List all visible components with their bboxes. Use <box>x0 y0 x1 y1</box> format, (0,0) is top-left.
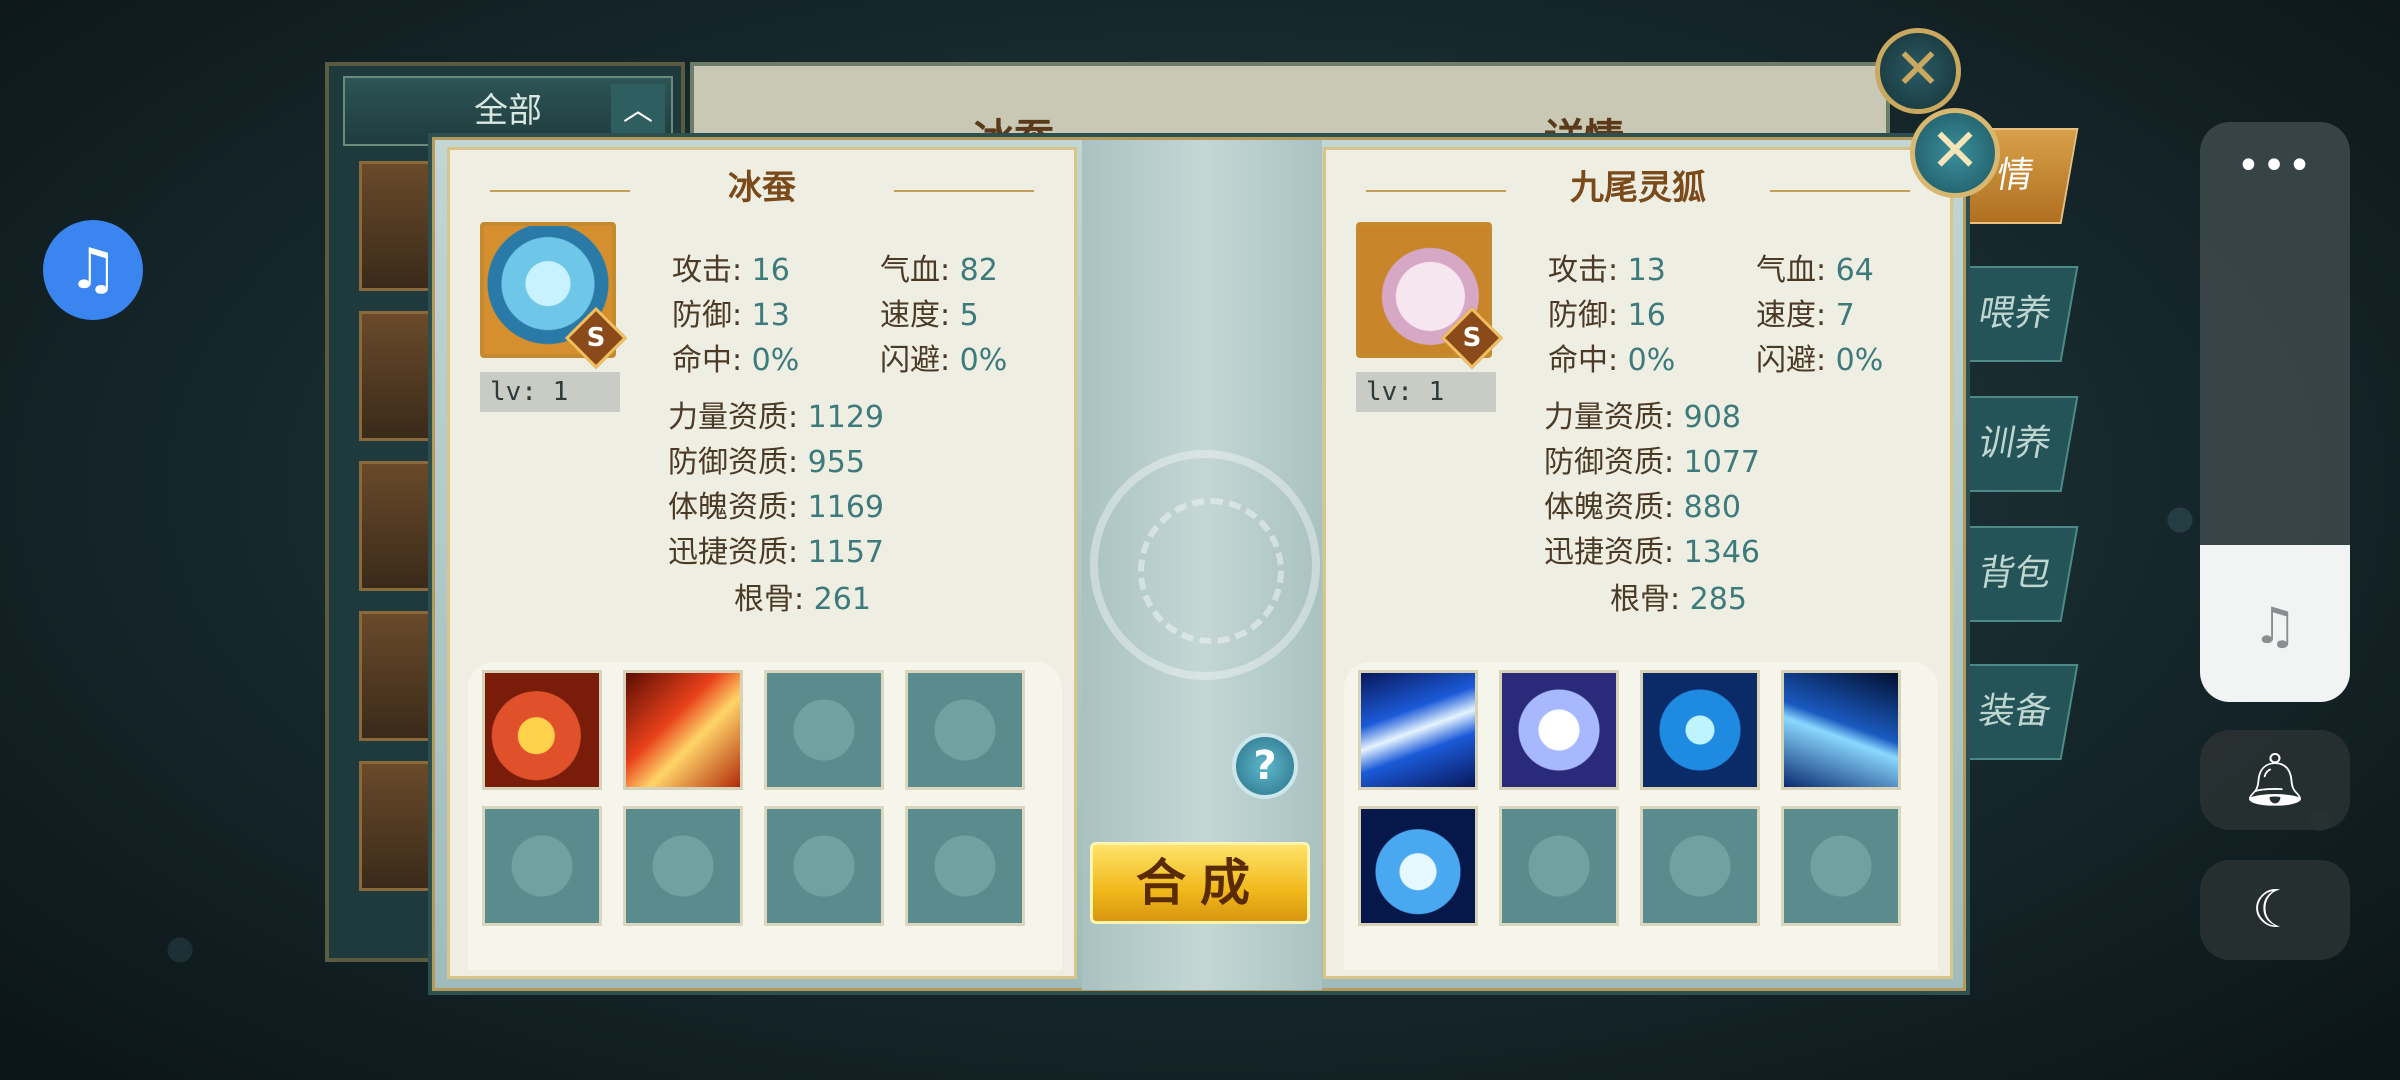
quality-root: 根骨: 285 <box>1610 582 1747 617</box>
empty-skill-slot[interactable] <box>905 806 1025 926</box>
crossed-blades-skill-icon[interactable] <box>1640 670 1760 790</box>
spirit-orb-skill-icon[interactable] <box>1499 670 1619 790</box>
stat-hit: 命中: 0% <box>1548 343 1676 378</box>
quality-strength: 力量资质: 1129 <box>668 400 885 435</box>
empty-skill-slot[interactable] <box>623 806 743 926</box>
fire-phoenix-skill-icon[interactable] <box>623 670 743 790</box>
volume-slider[interactable]: ••• ♫ <box>2200 122 2350 702</box>
stat-defense: 防御: 16 <box>1548 298 1666 333</box>
stat-speed: 速度: 7 <box>1756 298 1855 333</box>
quality-root: 根骨: 261 <box>734 582 871 617</box>
volume-fill: ♫ <box>2200 545 2350 702</box>
left-pet-avatar[interactable]: S <box>480 222 628 370</box>
light-beam-skill-icon[interactable] <box>1358 670 1478 790</box>
empty-skill-slot[interactable] <box>764 670 884 790</box>
music-note-icon: ♫ <box>2252 597 2298 655</box>
stat-hit: 命中: 0% <box>672 343 800 378</box>
stat-dodge: 闪避: 0% <box>880 343 1008 378</box>
right-pet-name: 九尾灵狐 <box>1570 168 1706 208</box>
tab-train[interactable]: 训养 <box>1951 396 2079 492</box>
empty-skill-slot[interactable] <box>764 806 884 926</box>
close-icon[interactable]: ✕ <box>1875 28 1961 114</box>
stat-hp: 气血: 82 <box>880 253 998 288</box>
stat-attack: 攻击: 16 <box>672 253 790 288</box>
quality-physique: 体魄资质: 1169 <box>668 490 885 525</box>
stat-speed: 速度: 5 <box>880 298 979 333</box>
music-note-icon[interactable]: ♫ <box>43 220 143 320</box>
empty-skill-slot[interactable] <box>482 806 602 926</box>
right-pet-card: 九尾灵狐 S lv: 1 攻击: 13 气血: 64 防御: 16 速度: 7 … <box>1323 147 1953 979</box>
left-pet-card: 冰蚕 S lv: 1 攻击: 16 气血: 82 防御: 13 速度: 5 命中… <box>447 147 1077 979</box>
left-pet-level: lv: 1 <box>480 372 620 412</box>
stat-dodge: 闪避: 0% <box>1756 343 1884 378</box>
more-icon[interactable]: ••• <box>2200 146 2350 186</box>
right-pet-level: lv: 1 <box>1356 372 1496 412</box>
right-pet-avatar[interactable]: S <box>1356 222 1504 370</box>
empty-skill-slot[interactable] <box>1640 806 1760 926</box>
stat-attack: 攻击: 13 <box>1548 253 1666 288</box>
empty-skill-slot[interactable] <box>905 670 1025 790</box>
water-heart-skill-icon[interactable] <box>1358 806 1478 926</box>
tab-equip[interactable]: 装备 <box>1951 664 2079 760</box>
empty-skill-slot[interactable] <box>1499 806 1619 926</box>
quality-physique: 体魄资质: 880 <box>1544 490 1741 525</box>
empty-skill-slot[interactable] <box>1781 806 1901 926</box>
right-skill-grid <box>1344 662 1938 970</box>
merge-button[interactable]: 合成 <box>1090 842 1310 924</box>
left-pet-name: 冰蚕 <box>728 168 796 208</box>
tab-bag[interactable]: 背包 <box>1951 526 2079 622</box>
stat-hp: 气血: 64 <box>1756 253 1874 288</box>
bell-icon[interactable]: 🔔︎ <box>2200 730 2350 830</box>
quality-defense: 防御资质: 955 <box>668 445 865 480</box>
left-skill-grid <box>468 662 1062 970</box>
help-button[interactable]: ? <box>1232 733 1298 799</box>
grade-badge: S <box>564 306 628 370</box>
close-icon[interactable]: ✕ <box>1910 108 2000 198</box>
quality-strength: 力量资质: 908 <box>1544 400 1741 435</box>
moon-icon[interactable]: ☾ <box>2200 860 2350 960</box>
quality-agility: 迅捷资质: 1346 <box>1544 535 1761 570</box>
tab-feed[interactable]: 喂养 <box>1951 266 2079 362</box>
filter-all-label: 全部 <box>474 91 542 131</box>
chevron-up-icon[interactable]: ︿ <box>611 84 665 138</box>
quality-defense: 防御资质: 1077 <box>1544 445 1761 480</box>
ice-spike-skill-icon[interactable] <box>1781 670 1901 790</box>
dragon-emblem-icon <box>1090 450 1320 680</box>
quality-agility: 迅捷资质: 1157 <box>668 535 885 570</box>
fire-orb-skill-icon[interactable] <box>482 670 602 790</box>
stat-defense: 防御: 13 <box>672 298 790 333</box>
grade-badge: S <box>1440 306 1504 370</box>
